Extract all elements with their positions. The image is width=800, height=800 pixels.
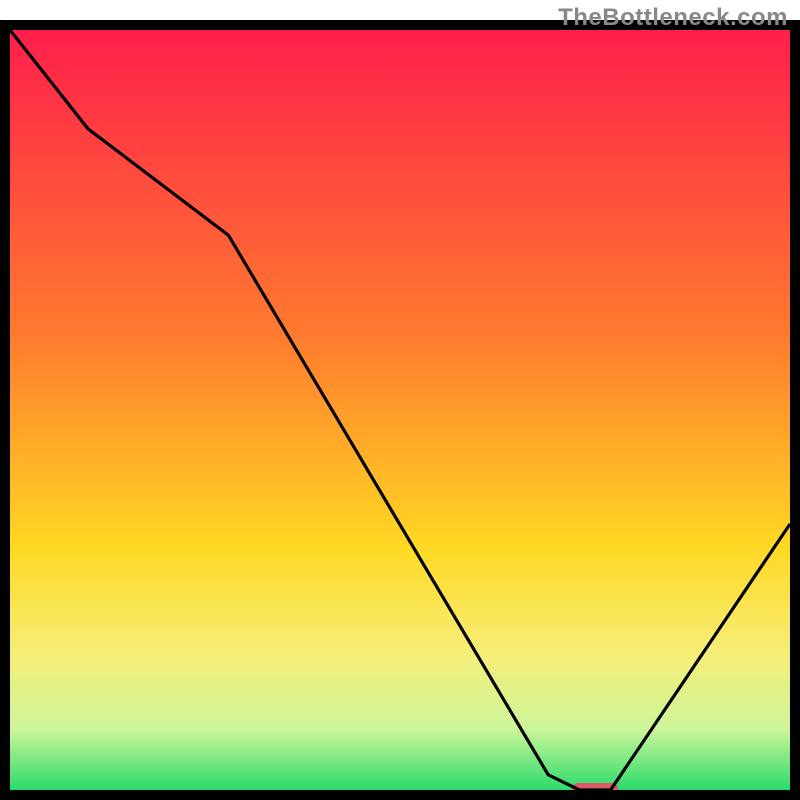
plot-background xyxy=(10,30,790,790)
chart-container: TheBottleneck.com xyxy=(0,0,800,800)
watermark-text: TheBottleneck.com xyxy=(558,4,788,32)
bottleneck-chart xyxy=(0,0,800,800)
